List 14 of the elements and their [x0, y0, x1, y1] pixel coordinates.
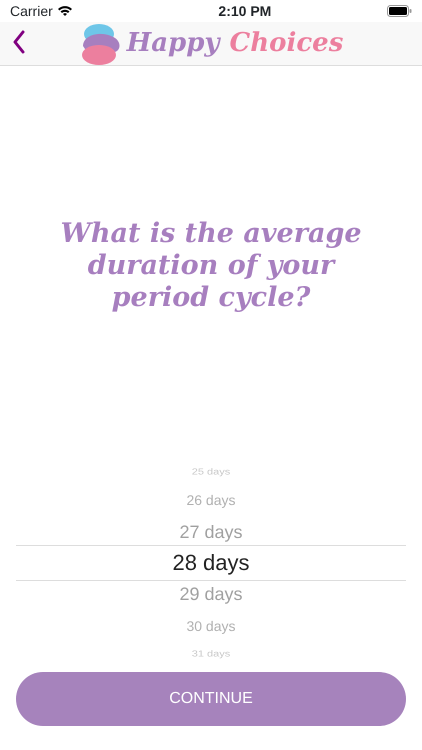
picker-option[interactable]: 28 days — [0, 552, 422, 574]
carrier-name: Carrier — [10, 2, 53, 20]
wifi-icon — [56, 5, 73, 17]
battery-icon — [386, 5, 412, 17]
logo-text: Choices — [230, 27, 344, 60]
logo-text: Happy — [126, 27, 220, 60]
clock: 2:10 PM — [218, 2, 272, 20]
picker-option[interactable]: 30 days — [0, 619, 422, 633]
continue-button[interactable]: CONTINUE — [16, 672, 406, 726]
picker-option[interactable]: 29 days — [0, 585, 422, 603]
picker-option[interactable]: 27 days — [0, 523, 422, 541]
back-button[interactable] — [12, 30, 26, 54]
question-text: What is the average duration of your period cycle? — [60, 218, 362, 314]
picker-option[interactable]: 26 days — [0, 493, 422, 507]
